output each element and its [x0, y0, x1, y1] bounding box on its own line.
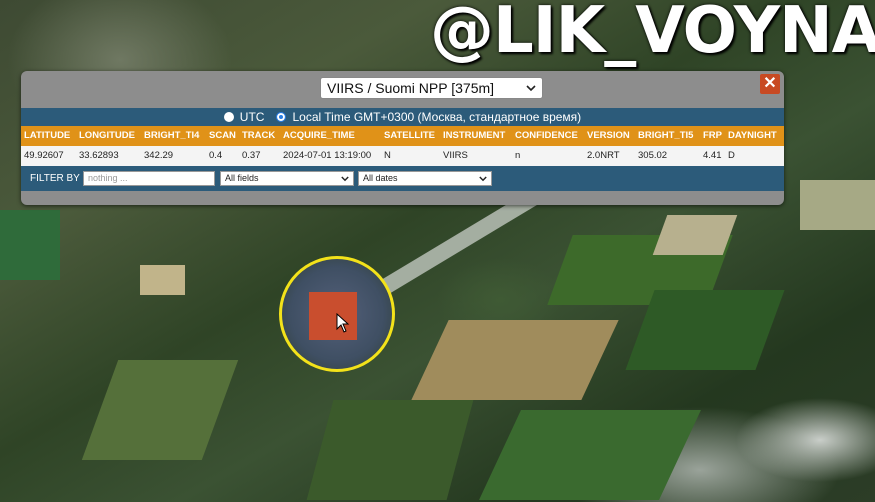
utc-radio[interactable] [223, 112, 234, 122]
table-cell: D [728, 150, 735, 161]
filter-label: FILTER BY [30, 173, 80, 184]
time-zone-selector: UTC Local Time GMT+0300 (Москва, стандар… [21, 108, 784, 126]
chevron-down-icon [526, 84, 536, 91]
chevron-down-icon [341, 175, 349, 181]
utc-label: UTC [239, 110, 265, 124]
table-header: LATITUDE LONGITUDE BRIGHT_TI4 SCAN TRACK… [21, 126, 784, 146]
table-cell: VIIRS [443, 150, 468, 161]
column-header: FRP [703, 130, 722, 141]
column-header: BRIGHT_TI5 [638, 130, 694, 141]
table-cell: 2024-07-01 13:19:00 [283, 150, 372, 161]
map-field [479, 410, 701, 500]
map-field [625, 290, 785, 370]
table-cell: n [515, 150, 521, 161]
fire-info-popup: VIIRS / Suomi NPP [375m] ✕ UTC Local Tim… [21, 71, 784, 205]
table-cell: 342.29 [144, 150, 174, 161]
map-field [306, 400, 474, 500]
map-field [0, 210, 60, 280]
satellite-select[interactable]: VIIRS / Suomi NPP [375m] [320, 77, 543, 99]
map-field [411, 320, 619, 400]
map-field [81, 360, 239, 460]
filter-bar: FILTER BY nothing ... All fields All dat… [21, 166, 784, 191]
table-cell: 2.0NRT [587, 150, 620, 161]
column-header: INSTRUMENT [443, 130, 506, 141]
table-cell: 0.37 [242, 150, 261, 161]
local-time-label: Local Time GMT+0300 (Москва, стандартное… [292, 110, 582, 124]
filter-field-select[interactable]: All fields [220, 171, 354, 186]
table-cell: 49.92607 [24, 150, 64, 161]
mouse-pointer-icon [336, 313, 350, 333]
column-header: BRIGHT_TI4 [144, 130, 200, 141]
column-header: SCAN [209, 130, 236, 141]
column-header: LONGITUDE [79, 130, 135, 141]
filter-text-input[interactable]: nothing ... [83, 171, 215, 186]
table-cell: 33.62893 [79, 150, 119, 161]
map-field [652, 215, 738, 255]
filter-date-value: All dates [363, 173, 398, 183]
satellite-select-value: VIIRS / Suomi NPP [375m] [327, 80, 495, 96]
column-header: DAYNIGHT [728, 130, 777, 141]
table-cell: N [384, 150, 391, 161]
column-header: LATITUDE [24, 130, 71, 141]
watermark-text: @LIK_VOYNA [430, 0, 875, 68]
local-time-radio[interactable] [276, 112, 287, 122]
map-field [140, 265, 185, 295]
close-button[interactable]: ✕ [760, 74, 780, 94]
chevron-down-icon [479, 175, 487, 181]
filter-date-select[interactable]: All dates [358, 171, 492, 186]
column-header: ACQUIRE_TIME [283, 130, 355, 141]
filter-field-value: All fields [225, 173, 259, 183]
column-header: CONFIDENCE [515, 130, 578, 141]
column-header: SATELLITE [384, 130, 436, 141]
column-header: VERSION [587, 130, 630, 141]
column-header: TRACK [242, 130, 276, 141]
map-field [800, 180, 875, 230]
table-cell: 305.02 [638, 150, 668, 161]
table-cell: 0.4 [209, 150, 223, 161]
table-cell: 4.41 [703, 150, 722, 161]
table-row[interactable]: 49.92607 33.62893 342.29 0.4 0.37 2024-0… [21, 146, 784, 166]
